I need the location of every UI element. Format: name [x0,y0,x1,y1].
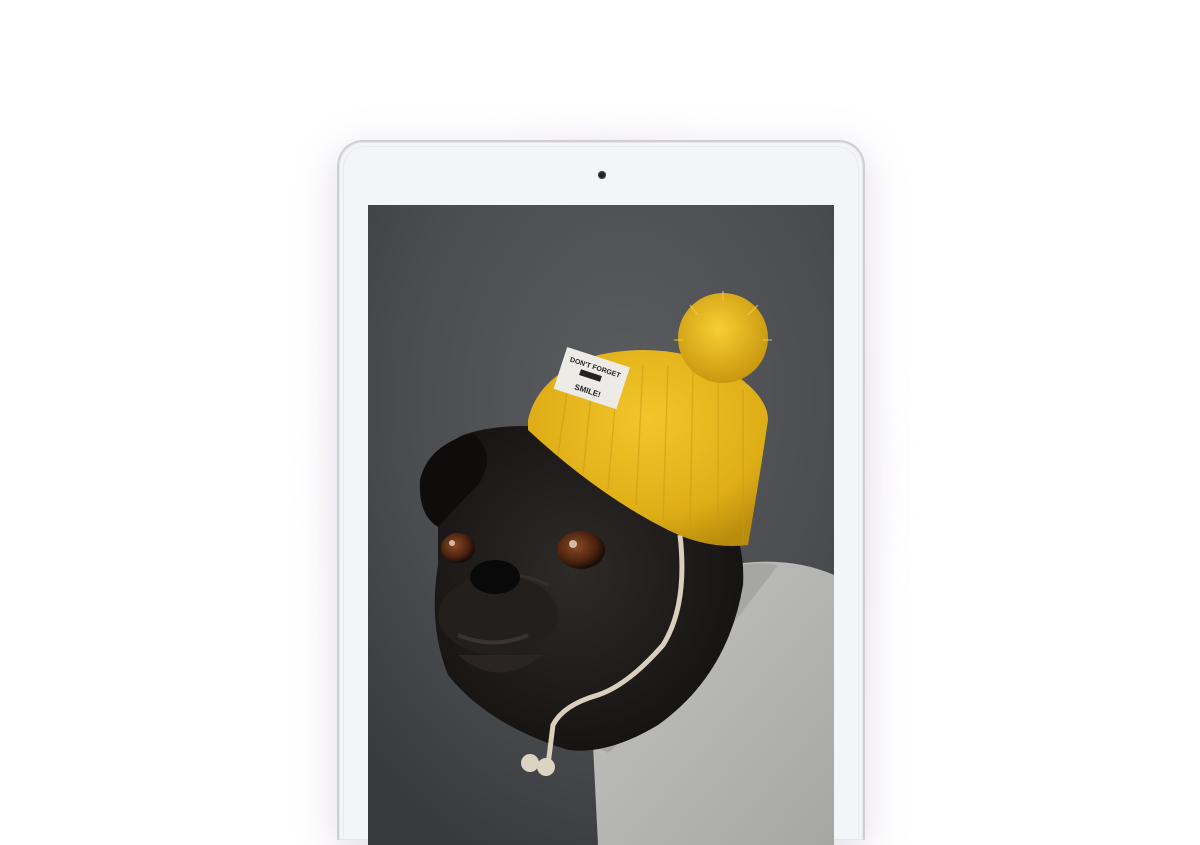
pug-right-eye [557,531,605,569]
front-camera-icon [598,171,606,179]
tablet-screen: DON'T FORGET SMILE! [368,205,834,845]
tablet-device: DON'T FORGET SMILE! [337,140,865,845]
pug-photo: DON'T FORGET SMILE! [368,205,834,845]
pug-nose [470,560,520,594]
pug-left-eye [441,533,475,563]
